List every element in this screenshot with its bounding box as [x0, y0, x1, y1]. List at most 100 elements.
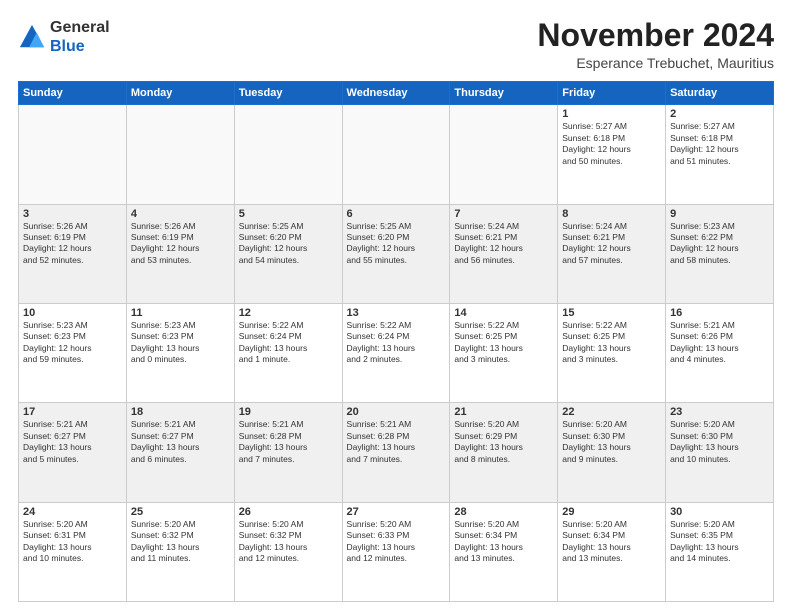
calendar-cell: 18Sunrise: 5:21 AM Sunset: 6:27 PM Dayli… — [126, 403, 234, 502]
day-info: Sunrise: 5:22 AM Sunset: 6:25 PM Dayligh… — [454, 320, 553, 366]
day-number: 30 — [670, 506, 769, 518]
day-number: 9 — [670, 208, 769, 220]
week-row-2: 3 Sunrise: 5:26 AM Sunset: 6:19 PM Daylig… — [19, 204, 774, 303]
weekday-header-tuesday: Tuesday — [234, 82, 342, 105]
calendar-cell: 21Sunrise: 5:20 AM Sunset: 6:29 PM Dayli… — [450, 403, 558, 502]
day-number: 18 — [131, 406, 230, 418]
week-row-4: 17Sunrise: 5:21 AM Sunset: 6:27 PM Dayli… — [19, 403, 774, 502]
day-info: Sunrise: 5:21 AM Sunset: 6:26 PM Dayligh… — [670, 320, 769, 366]
day-number: 5 — [239, 208, 338, 220]
day-info: Sunrise: 5:20 AM Sunset: 6:35 PM Dayligh… — [670, 519, 769, 565]
week-row-5: 24Sunrise: 5:20 AM Sunset: 6:31 PM Dayli… — [19, 502, 774, 601]
calendar-cell: 20Sunrise: 5:21 AM Sunset: 6:28 PM Dayli… — [342, 403, 450, 502]
calendar-cell: 19Sunrise: 5:21 AM Sunset: 6:28 PM Dayli… — [234, 403, 342, 502]
day-info: Sunrise: 5:20 AM Sunset: 6:33 PM Dayligh… — [347, 519, 446, 565]
calendar-cell: 14Sunrise: 5:22 AM Sunset: 6:25 PM Dayli… — [450, 303, 558, 402]
calendar-cell: 13Sunrise: 5:22 AM Sunset: 6:24 PM Dayli… — [342, 303, 450, 402]
header: General Blue November 2024 Esperance Tre… — [18, 18, 774, 71]
day-info: Sunrise: 5:23 AM Sunset: 6:23 PM Dayligh… — [131, 320, 230, 366]
day-info: Sunrise: 5:23 AM Sunset: 6:22 PM Dayligh… — [670, 221, 769, 267]
location: Esperance Trebuchet, Mauritius — [537, 55, 774, 71]
logo-blue: Blue — [50, 37, 110, 56]
day-number: 14 — [454, 307, 553, 319]
calendar-cell: 15Sunrise: 5:22 AM Sunset: 6:25 PM Dayli… — [558, 303, 666, 402]
calendar-cell: 27Sunrise: 5:20 AM Sunset: 6:33 PM Dayli… — [342, 502, 450, 601]
calendar-cell: 22Sunrise: 5:20 AM Sunset: 6:30 PM Dayli… — [558, 403, 666, 502]
calendar-cell: 4Sunrise: 5:26 AM Sunset: 6:19 PM Daylig… — [126, 204, 234, 303]
day-number: 3 — [23, 208, 122, 220]
calendar-cell: 6Sunrise: 5:25 AM Sunset: 6:20 PM Daylig… — [342, 204, 450, 303]
day-info: Sunrise: 5:21 AM Sunset: 6:28 PM Dayligh… — [239, 419, 338, 465]
page: General Blue November 2024 Esperance Tre… — [0, 0, 792, 612]
day-number: 25 — [131, 506, 230, 518]
day-number: 8 — [562, 208, 661, 220]
day-info: Sunrise: 5:22 AM Sunset: 6:24 PM Dayligh… — [347, 320, 446, 366]
calendar-cell — [19, 105, 127, 204]
calendar-cell: 25Sunrise: 5:20 AM Sunset: 6:32 PM Dayli… — [126, 502, 234, 601]
calendar-cell — [234, 105, 342, 204]
day-info: Sunrise: 5:20 AM Sunset: 6:34 PM Dayligh… — [562, 519, 661, 565]
day-number: 15 — [562, 307, 661, 319]
calendar-cell: 3Sunrise: 5:26 AM Sunset: 6:19 PM Daylig… — [19, 204, 127, 303]
day-number: 10 — [23, 307, 122, 319]
day-number: 7 — [454, 208, 553, 220]
logo-general: General — [50, 18, 110, 37]
day-number: 28 — [454, 506, 553, 518]
day-info: Sunrise: 5:20 AM Sunset: 6:34 PM Dayligh… — [454, 519, 553, 565]
calendar-cell: 5Sunrise: 5:25 AM Sunset: 6:20 PM Daylig… — [234, 204, 342, 303]
weekday-header-sunday: Sunday — [19, 82, 127, 105]
weekday-header-wednesday: Wednesday — [342, 82, 450, 105]
day-info: Sunrise: 5:25 AM Sunset: 6:20 PM Dayligh… — [239, 221, 338, 267]
day-number: 23 — [670, 406, 769, 418]
calendar-cell — [450, 105, 558, 204]
calendar-cell — [342, 105, 450, 204]
calendar-cell: 24Sunrise: 5:20 AM Sunset: 6:31 PM Dayli… — [19, 502, 127, 601]
day-number: 22 — [562, 406, 661, 418]
calendar-cell: 23Sunrise: 5:20 AM Sunset: 6:30 PM Dayli… — [666, 403, 774, 502]
calendar-cell: 9Sunrise: 5:23 AM Sunset: 6:22 PM Daylig… — [666, 204, 774, 303]
day-info: Sunrise: 5:20 AM Sunset: 6:32 PM Dayligh… — [239, 519, 338, 565]
day-number: 1 — [562, 108, 661, 120]
weekday-header-thursday: Thursday — [450, 82, 558, 105]
calendar-cell: 30Sunrise: 5:20 AM Sunset: 6:35 PM Dayli… — [666, 502, 774, 601]
day-number: 26 — [239, 506, 338, 518]
day-info: Sunrise: 5:21 AM Sunset: 6:28 PM Dayligh… — [347, 419, 446, 465]
day-number: 27 — [347, 506, 446, 518]
calendar-cell: 10Sunrise: 5:23 AM Sunset: 6:23 PM Dayli… — [19, 303, 127, 402]
day-info: Sunrise: 5:27 AM Sunset: 6:18 PM Dayligh… — [670, 121, 769, 167]
month-title: November 2024 — [537, 18, 774, 53]
day-info: Sunrise: 5:20 AM Sunset: 6:30 PM Dayligh… — [562, 419, 661, 465]
day-number: 2 — [670, 108, 769, 120]
day-info: Sunrise: 5:24 AM Sunset: 6:21 PM Dayligh… — [562, 221, 661, 267]
calendar-cell: 12Sunrise: 5:22 AM Sunset: 6:24 PM Dayli… — [234, 303, 342, 402]
calendar-cell: 8Sunrise: 5:24 AM Sunset: 6:21 PM Daylig… — [558, 204, 666, 303]
title-block: November 2024 Esperance Trebuchet, Mauri… — [537, 18, 774, 71]
day-info: Sunrise: 5:26 AM Sunset: 6:19 PM Dayligh… — [131, 221, 230, 267]
logo: General Blue — [18, 18, 110, 56]
day-info: Sunrise: 5:23 AM Sunset: 6:23 PM Dayligh… — [23, 320, 122, 366]
day-number: 19 — [239, 406, 338, 418]
weekday-header-friday: Friday — [558, 82, 666, 105]
day-number: 4 — [131, 208, 230, 220]
calendar-cell — [126, 105, 234, 204]
day-info: Sunrise: 5:20 AM Sunset: 6:32 PM Dayligh… — [131, 519, 230, 565]
day-info: Sunrise: 5:20 AM Sunset: 6:31 PM Dayligh… — [23, 519, 122, 565]
day-number: 13 — [347, 307, 446, 319]
day-info: Sunrise: 5:22 AM Sunset: 6:25 PM Dayligh… — [562, 320, 661, 366]
logo-icon — [18, 23, 46, 51]
calendar-cell: 7Sunrise: 5:24 AM Sunset: 6:21 PM Daylig… — [450, 204, 558, 303]
week-row-3: 10Sunrise: 5:23 AM Sunset: 6:23 PM Dayli… — [19, 303, 774, 402]
day-info: Sunrise: 5:22 AM Sunset: 6:24 PM Dayligh… — [239, 320, 338, 366]
day-number: 29 — [562, 506, 661, 518]
day-info: Sunrise: 5:21 AM Sunset: 6:27 PM Dayligh… — [23, 419, 122, 465]
day-info: Sunrise: 5:24 AM Sunset: 6:21 PM Dayligh… — [454, 221, 553, 267]
day-info: Sunrise: 5:20 AM Sunset: 6:29 PM Dayligh… — [454, 419, 553, 465]
calendar-cell: 2Sunrise: 5:27 AM Sunset: 6:18 PM Daylig… — [666, 105, 774, 204]
week-row-1: 1Sunrise: 5:27 AM Sunset: 6:18 PM Daylig… — [19, 105, 774, 204]
day-info: Sunrise: 5:20 AM Sunset: 6:30 PM Dayligh… — [670, 419, 769, 465]
calendar-cell: 29Sunrise: 5:20 AM Sunset: 6:34 PM Dayli… — [558, 502, 666, 601]
calendar-cell: 28Sunrise: 5:20 AM Sunset: 6:34 PM Dayli… — [450, 502, 558, 601]
day-info: Sunrise: 5:27 AM Sunset: 6:18 PM Dayligh… — [562, 121, 661, 167]
weekday-header-monday: Monday — [126, 82, 234, 105]
calendar-cell: 1Sunrise: 5:27 AM Sunset: 6:18 PM Daylig… — [558, 105, 666, 204]
